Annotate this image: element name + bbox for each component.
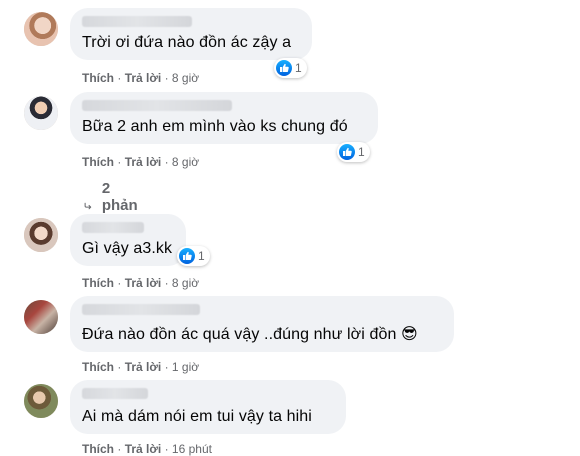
comment-text: Bữa 2 anh em mình vào ks chung đó [82,118,348,135]
comment-bubble: Bữa 2 anh em mình vào ks chung đó [70,92,378,144]
reaction-badge[interactable]: 1 [274,58,307,78]
comment-bubble: Trời ơi đứa nào đồn ác zậy a [70,8,312,60]
comment-text: Đứa nào đồn ác quá vậy ..đúng như lời đồ… [82,326,418,343]
separator: · [117,276,122,290]
author-name-blurred [82,16,192,27]
reply-link[interactable]: Trả lời [125,442,162,456]
comment-text: Ai mà dám nói em tui vậy ta hihi [82,408,312,425]
author-name-blurred [82,388,148,399]
reaction-badge[interactable]: 1 [337,142,370,162]
separator: · [164,360,169,374]
comment-text: Trời ơi đứa nào đồn ác zậy a [82,34,292,51]
reply-arrow-icon [84,202,92,209]
avatar[interactable] [24,218,58,252]
thumbs-up-icon [179,248,195,264]
timestamp[interactable]: 8 giờ [172,155,199,169]
separator: · [117,71,122,85]
like-link[interactable]: Thích [82,276,114,290]
separator: · [117,360,122,374]
reaction-count: 1 [198,249,205,263]
like-link[interactable]: Thích [82,155,114,169]
reply-link[interactable]: Trả lời [125,276,162,290]
comment-actions: Thích · Trả lời · 8 giờ [82,276,199,290]
reply-link[interactable]: Trả lời [125,155,162,169]
comment-bubble: Đứa nào đồn ác quá vậy ..đúng như lời đồ… [70,296,454,352]
separator: · [164,71,169,85]
like-link[interactable]: Thích [82,71,114,85]
like-link[interactable]: Thích [82,442,114,456]
avatar[interactable] [24,384,58,418]
thumbs-up-icon [339,144,355,160]
thumbs-up-icon [276,60,292,76]
avatar[interactable] [24,96,58,130]
author-name-blurred [82,304,200,315]
timestamp[interactable]: 16 phút [172,442,212,456]
comment-bubble: Ai mà dám nói em tui vậy ta hihi [70,380,346,434]
comment-actions: Thích · Trả lời · 8 giờ [82,155,199,169]
reply-link[interactable]: Trả lời [125,360,162,374]
reply-link[interactable]: Trả lời [125,71,162,85]
comment-bubble: Gì vậy a3.kk [70,214,186,266]
timestamp[interactable]: 8 giờ [172,71,199,85]
separator: · [164,276,169,290]
reaction-badge[interactable]: 1 [177,246,210,266]
avatar[interactable] [24,12,58,46]
comment-text: Gì vậy a3.kk [82,240,173,257]
comment-actions: Thích · Trả lời · 1 giờ [82,360,199,374]
separator: · [164,442,169,456]
reaction-count: 1 [295,61,302,75]
timestamp[interactable]: 1 giờ [172,360,199,374]
like-link[interactable]: Thích [82,360,114,374]
separator: · [117,155,122,169]
author-name-blurred [82,100,232,111]
comment-actions: Thích · Trả lời · 8 giờ [82,71,199,85]
comment-actions: Thích · Trả lời · 16 phút [82,442,212,456]
timestamp[interactable]: 8 giờ [172,276,199,290]
separator: · [164,155,169,169]
avatar[interactable] [24,300,58,334]
reaction-count: 1 [358,145,365,159]
author-name-blurred [82,222,144,233]
separator: · [117,442,122,456]
